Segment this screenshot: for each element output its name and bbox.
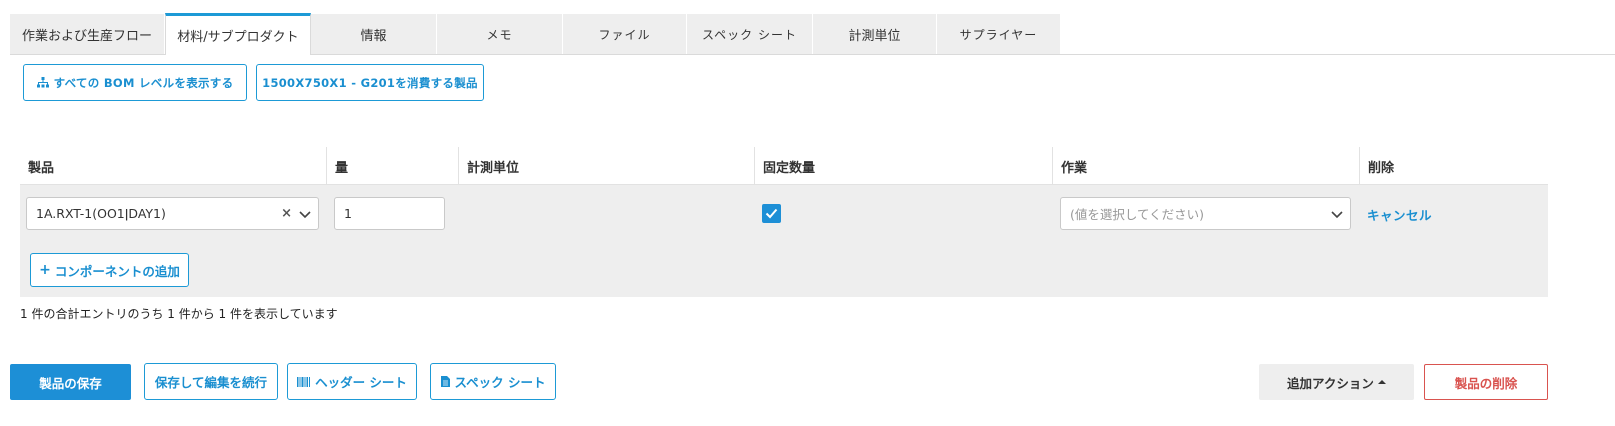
consuming-products-label: 1500X750X1 - G201を消費する製品	[262, 75, 478, 90]
tab-spec-sheet[interactable]: スペック シート	[687, 14, 813, 54]
tab-operations-flow[interactable]: 作業および生産フロー	[10, 14, 165, 54]
barcode-icon	[297, 376, 311, 387]
clear-icon[interactable]: ×	[281, 206, 292, 221]
chevron-down-icon[interactable]	[298, 207, 312, 221]
add-component-label: コンポーネントの追加	[54, 263, 180, 279]
tab-units[interactable]: 計測単位	[813, 14, 937, 54]
check-icon	[765, 208, 778, 219]
tab-materials[interactable]: 材料/サブプロダクト	[165, 13, 311, 55]
spec-sheet-button[interactable]: スペック シート	[430, 363, 556, 400]
operation-select[interactable]: (値を選択してください)	[1060, 197, 1351, 230]
consuming-products-button[interactable]: 1500X750X1 - G201を消費する製品	[256, 64, 484, 101]
tab-files[interactable]: ファイル	[563, 14, 687, 54]
plus-icon: +	[39, 262, 51, 278]
show-bom-levels-button[interactable]: すべての BOM レベルを表示する	[23, 64, 247, 101]
col-quantity: 量	[326, 147, 457, 185]
table-row: 1A.RXT-1(OO1ǀDAY1) × 1 (値を選択してください) キャンセ…	[20, 185, 1548, 297]
save-product-button[interactable]: 製品の保存	[10, 364, 131, 400]
save-continue-label: 保存して編集を続行	[154, 375, 268, 390]
col-unit: 計測単位	[458, 147, 754, 185]
col-operation: 作業	[1052, 147, 1359, 185]
product-select[interactable]: 1A.RXT-1(OO1ǀDAY1) ×	[26, 197, 319, 230]
more-actions-button[interactable]: 追加アクション	[1259, 364, 1414, 400]
spec-sheet-label: スペック シート	[454, 375, 546, 390]
more-actions-label: 追加アクション	[1287, 375, 1374, 391]
delete-product-button[interactable]: 製品の削除	[1424, 364, 1548, 400]
entries-info: 1 件の合計エントリのうち 1 件から 1 件を表示しています	[20, 307, 338, 321]
components-table: 製品 量 計測単位 固定数量 作業 削除 1A.RXT-1(OO1ǀDAY1) …	[20, 147, 1548, 297]
header-sheet-label: ヘッダー シート	[315, 375, 407, 390]
product-value: 1A.RXT-1(OO1ǀDAY1)	[36, 206, 166, 221]
add-component-button[interactable]: + コンポーネントの追加	[30, 253, 189, 287]
quantity-input[interactable]: 1	[334, 197, 445, 230]
col-delete: 削除	[1359, 147, 1548, 185]
tab-suppliers[interactable]: サプライヤー	[937, 14, 1061, 54]
sitemap-icon	[36, 77, 49, 88]
operation-placeholder: (値を選択してください)	[1070, 207, 1205, 222]
caret-up-icon	[1377, 380, 1386, 384]
show-bom-levels-label: すべての BOM レベルを表示する	[53, 75, 234, 90]
cancel-link[interactable]: キャンセル	[1367, 205, 1432, 224]
header-sheet-button[interactable]: ヘッダー シート	[287, 363, 417, 400]
fixed-quantity-checkbox[interactable]	[762, 204, 781, 223]
chevron-down-icon[interactable]	[1330, 207, 1344, 221]
tab-bar: 作業および生産フロー 材料/サブプロダクト 情報 メモ ファイル スペック シー…	[10, 13, 1061, 55]
document-icon	[440, 376, 450, 387]
col-fixed-quantity: 固定数量	[754, 147, 1052, 185]
table-header: 製品 量 計測単位 固定数量 作業 削除	[20, 147, 1548, 185]
tab-memo[interactable]: メモ	[437, 14, 563, 54]
save-continue-button[interactable]: 保存して編集を続行	[144, 363, 278, 400]
col-product: 製品	[28, 160, 55, 176]
quantity-value: 1	[344, 206, 352, 221]
tab-info[interactable]: 情報	[311, 14, 437, 54]
